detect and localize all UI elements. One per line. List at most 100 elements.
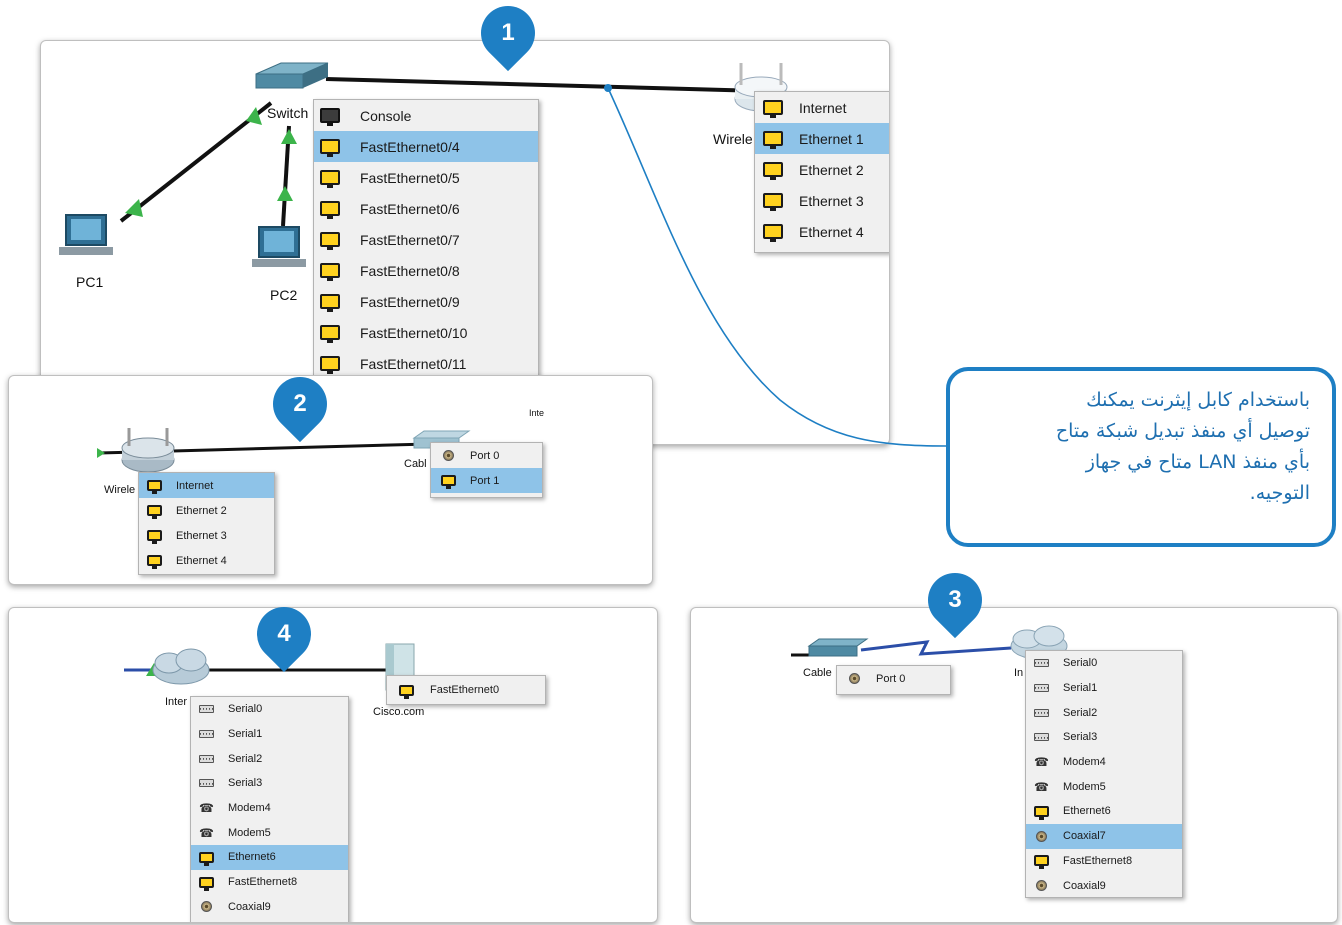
port-menu-item-label: Console: [360, 107, 412, 124]
ethernet-port-icon: [199, 851, 214, 866]
port-menu-item[interactable]: Serial2: [1026, 700, 1182, 725]
server-port-menu: FastEthernet0: [386, 675, 546, 705]
callout-text: باستخدام كابل إيثرنت يمكنك توصيل أي منفذ…: [970, 385, 1310, 509]
port-menu-item[interactable]: Ethernet 1: [755, 123, 889, 154]
port-menu-item[interactable]: Ethernet 2: [755, 154, 889, 185]
ethernet-port-icon: [199, 876, 214, 891]
port-menu-item[interactable]: Port 0: [837, 666, 950, 691]
port-menu-item-label: FastEthernet0/8: [360, 262, 460, 279]
port-menu-item-label: FastEthernet0/5: [360, 169, 460, 186]
port-menu-item[interactable]: ☎ Modem5: [1026, 774, 1182, 799]
port-menu-item[interactable]: Serial2: [191, 746, 348, 771]
port-menu-item-label: Ethernet 3: [799, 192, 864, 209]
port-menu-item[interactable]: Coaxial7: [1026, 823, 1182, 849]
modem-port-icon: ☎: [199, 801, 214, 816]
modem-port-icon: ☎: [1034, 779, 1049, 794]
coaxial-port-icon: [1036, 880, 1047, 892]
workspace-panel-3: Cable In Port 0 Serial0 Serial1 Serial2 Ser…: [690, 607, 1338, 923]
port-menu-item-label: FastEthernet8: [1063, 854, 1133, 867]
port-menu-item[interactable]: Serial3: [1026, 725, 1182, 750]
ethernet-port-icon: [763, 162, 783, 180]
port-menu-item-label: Port 0: [470, 449, 500, 462]
cloud-label: Inter: [165, 696, 188, 708]
port-menu-item[interactable]: FastEthernet0/9: [314, 286, 538, 317]
port-menu-item[interactable]: FastEthernet0: [387, 676, 545, 704]
port-menu-item-label: Serial2: [228, 752, 263, 765]
port-menu-item[interactable]: FastEthernet8: [1026, 849, 1182, 874]
port-menu-item[interactable]: Ethernet 2: [139, 498, 274, 523]
port-menu-item[interactable]: Serial0: [191, 697, 348, 722]
ethernet-port-icon: [147, 530, 162, 544]
switch-label: Switch: [267, 105, 309, 121]
port-menu-item[interactable]: Ethernet 3: [139, 523, 274, 548]
port-menu-item[interactable]: ☎ Modem5: [191, 820, 348, 845]
cable-modem-label: Cabl: [404, 458, 427, 470]
port-menu-item[interactable]: Serial1: [191, 722, 348, 747]
port-menu-item[interactable]: Ethernet 4: [755, 216, 889, 247]
coaxial-port-icon: [849, 673, 860, 684]
workspace-panel-2: Wirele Cabl Inte Internet Ethernet 2 Ether…: [8, 375, 653, 585]
ethernet-port-icon: [320, 294, 340, 312]
port-menu-item[interactable]: Port 0: [431, 443, 542, 468]
internet-label-partial: Inte: [529, 408, 545, 418]
port-menu-item[interactable]: Coaxial9: [1026, 873, 1182, 898]
ethernet-port-icon: [399, 684, 414, 699]
port-menu-item[interactable]: FastEthernet8: [191, 870, 348, 895]
ethernet-port-icon: [1034, 855, 1049, 870]
modem-port-icon: ☎: [1034, 755, 1049, 770]
port-menu-item-label: Ethernet 4: [176, 554, 227, 567]
serial-port-icon: [199, 779, 214, 788]
port-menu-item-label: Port 1: [470, 474, 500, 487]
ethernet-port-icon: [320, 139, 340, 157]
port-menu-item[interactable]: FastEthernet0/4: [314, 131, 538, 162]
port-menu-item[interactable]: Internet: [755, 92, 889, 123]
port-menu-item[interactable]: Serial0: [1026, 651, 1182, 676]
port-menu-item[interactable]: Coaxial9: [191, 895, 348, 920]
port-menu-item[interactable]: FastEthernet0/7: [314, 224, 538, 255]
cloud-label: In: [1014, 667, 1024, 679]
port-menu-item-label: Ethernet 1: [799, 130, 864, 147]
ethernet-port-icon: [147, 505, 162, 519]
callout-line: بأي منفذ LAN متاح في جهاز: [1085, 451, 1310, 473]
port-menu-item[interactable]: Console: [314, 100, 538, 131]
ethernet-port-icon: [763, 100, 783, 118]
port-menu-item[interactable]: FastEthernet0/8: [314, 255, 538, 286]
port-menu-item-label: FastEthernet0/4: [360, 138, 460, 155]
port-menu-item[interactable]: Ethernet6: [1026, 799, 1182, 824]
instruction-callout: باستخدام كابل إيثرنت يمكنك توصيل أي منفذ…: [946, 367, 1336, 547]
ethernet-port-icon: [763, 131, 783, 149]
port-menu-item[interactable]: Serial1: [1026, 676, 1182, 701]
coaxial-port-icon: [443, 450, 454, 461]
port-menu-item-label: Serial1: [1063, 682, 1098, 695]
port-menu-item[interactable]: Ethernet 3: [755, 185, 889, 216]
instruction-figure: Switch PC1 PC2 Wirele Console FastEtherne…: [0, 0, 1342, 925]
port-menu-item-label: Serial0: [228, 703, 263, 716]
port-menu-item[interactable]: FastEthernet0/6: [314, 193, 538, 224]
callout-line: التوجيه.: [1249, 482, 1310, 504]
port-menu-item[interactable]: Serial3: [191, 771, 348, 796]
topology-links-3: [791, 625, 1068, 660]
ethernet-port-icon: [320, 201, 340, 219]
port-menu-item[interactable]: ☎ Modem4: [191, 796, 348, 821]
port-menu-item-label: FastEthernet0/6: [360, 200, 460, 217]
router-port-menu: Internet Ethernet 2 Ethernet 3 Ethernet 4: [138, 472, 275, 575]
port-menu-item[interactable]: Internet: [139, 473, 274, 498]
router-port-menu: Internet Ethernet 1 Ethernet 2 Ethernet 3 Et…: [754, 91, 889, 253]
port-menu-item[interactable]: Port 1: [431, 468, 542, 493]
workspace-panel-4: Inter Cisco.com Serial0 Serial1 Serial2 Ser…: [8, 607, 658, 923]
ethernet-port-icon: [147, 555, 162, 569]
port-menu-item[interactable]: Ethernet6: [191, 845, 348, 870]
port-menu-item[interactable]: FastEthernet0/5: [314, 162, 538, 193]
port-menu-item[interactable]: Ethernet 4: [139, 548, 274, 573]
port-menu-item-label: Modem4: [1063, 756, 1106, 769]
cloud-port-menu: Serial0 Serial1 Serial2 Serial3 ☎ Modem4 ☎ Mode…: [1025, 650, 1183, 898]
ethernet-port-icon: [763, 193, 783, 211]
port-menu-item-label: Modem5: [228, 826, 271, 839]
port-menu-item-label: Coaxial9: [1063, 879, 1106, 892]
port-menu-item-label: Coaxial7: [1063, 830, 1106, 843]
modem-port-icon: ☎: [199, 825, 214, 840]
port-menu-item[interactable]: ☎ Modem4: [1026, 750, 1182, 775]
coaxial-port-icon: [1036, 830, 1047, 842]
port-menu-item[interactable]: FastEthernet0/10: [314, 317, 538, 348]
ethernet-port-icon: [320, 232, 340, 250]
